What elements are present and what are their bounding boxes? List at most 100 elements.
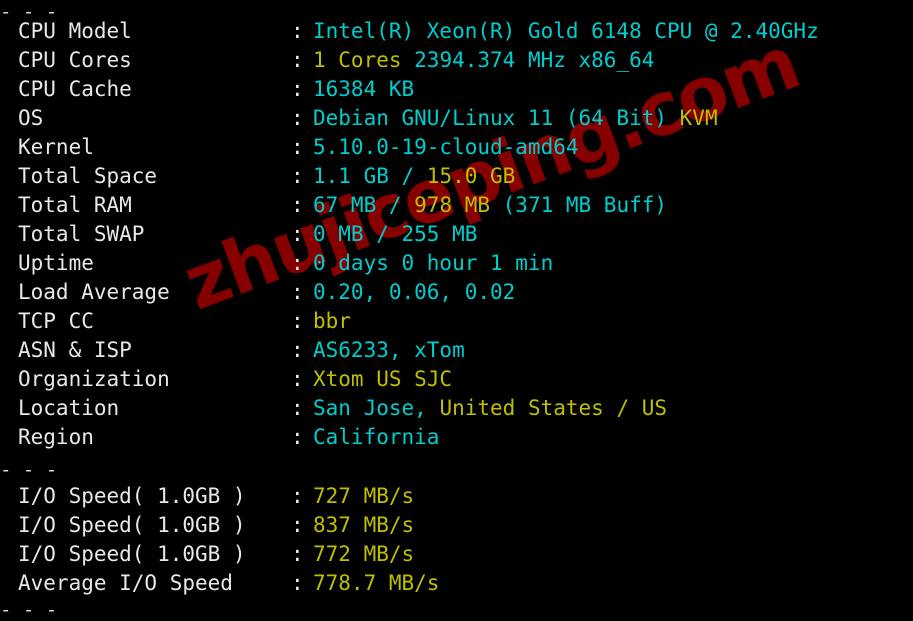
system-info-row: CPU Cache:16384 KB (0, 75, 913, 104)
field-separator: : (291, 193, 304, 217)
system-info-value: 0 days 0 hour 1 min (313, 249, 553, 278)
system-info-label: Kernel (18, 135, 94, 159)
value-segment: 1.1 GB / (313, 164, 427, 188)
system-info-row: Total Space:1.1 GB / 15.0 GB (0, 162, 913, 191)
system-info-label: Total SWAP (18, 222, 145, 246)
value-segment: United States / US (439, 396, 668, 420)
io-speed-label: I/O Speed( 1.0GB ) (18, 484, 246, 508)
value-segment: bbr (313, 309, 351, 333)
field-separator: : (291, 484, 304, 508)
value-segment: 16384 KB (313, 77, 415, 101)
system-info-label: Load Average (18, 280, 170, 304)
value-segment: 0.20, 0.06, 0.02 (313, 280, 516, 304)
terminal-window: zhujiceping.com - - - CPU Model: Intel(R)… (0, 0, 913, 621)
system-info-label: CPU Cache (18, 77, 132, 101)
system-info-row: OS: Debian GNU/Linux 11 (64 Bit) KVM (0, 104, 913, 133)
system-info-value: San Jose, United States / US (313, 394, 667, 423)
value-segment: 978 MB (414, 193, 491, 217)
value-segment: 15.0 GB (426, 164, 516, 188)
field-separator: : (291, 164, 304, 188)
system-info-row: CPU Model: Intel(R) Xeon(R) Gold 6148 CPU… (0, 17, 913, 46)
value-segment: Xtom US SJC (313, 367, 453, 391)
system-info-label: Uptime (18, 251, 94, 275)
value-segment: 0 MB / 255 MB (313, 222, 478, 246)
field-separator: : (291, 338, 304, 362)
value-segment: Intel(R) Xeon(R) Gold 6148 CPU @ 2.40GHz (313, 19, 819, 43)
io-speed-row: Average I/O Speed:778.7 MB/s (0, 569, 913, 598)
field-separator: : (291, 425, 304, 449)
io-speed-label: Average I/O Speed (18, 571, 233, 595)
system-info-row: Load Average:0.20, 0.06, 0.02 (0, 278, 913, 307)
value-segment: Debian GNU/Linux 11 (64 Bit) (313, 106, 680, 130)
system-info-value: 67 MB / 978 MB (371 MB Buff) (313, 191, 667, 220)
io-speed-label: I/O Speed( 1.0GB ) (18, 513, 246, 537)
value-segment: 1 Cores (313, 48, 402, 72)
value-segment: (371 MB Buff) (490, 193, 668, 217)
field-separator: : (291, 396, 304, 420)
field-separator: : (291, 309, 304, 333)
field-separator: : (291, 222, 304, 246)
io-speed-row: I/O Speed( 1.0GB ):837 MB/s (0, 511, 913, 540)
system-info-row: TCP CC: bbr (0, 307, 913, 336)
system-info-label: ASN & ISP (18, 338, 132, 362)
system-info-label: CPU Cores (18, 48, 132, 72)
field-separator: : (291, 542, 304, 566)
value-segment: 0 days 0 hour 1 min (313, 251, 554, 275)
field-separator: : (291, 513, 304, 537)
field-separator: : (291, 19, 304, 43)
io-speed-value: 727 MB/s (313, 482, 414, 511)
system-info-value: 0.20, 0.06, 0.02 (313, 278, 515, 307)
system-info-row: CPU Cores:1 Cores 2394.374 MHz x86_64 (0, 46, 913, 75)
value-segment: California (313, 425, 440, 449)
io-speed-value: 837 MB/s (313, 511, 414, 540)
system-info-label: Organization (18, 367, 170, 391)
system-info-row: Total RAM:67 MB / 978 MB (371 MB Buff) (0, 191, 913, 220)
system-info-row: Location: San Jose, United States / US (0, 394, 913, 423)
system-info-label: Total RAM (18, 193, 132, 217)
value-segment: 5.10.0-19-cloud-amd64 (313, 135, 579, 159)
io-speed-row: I/O Speed( 1.0GB ):772 MB/s (0, 540, 913, 569)
system-info-value: 1 Cores 2394.374 MHz x86_64 (313, 46, 654, 75)
system-info-row: Region: California (0, 423, 913, 452)
field-separator: : (291, 571, 304, 595)
system-info-row: ASN & ISP: AS6233, xTom (0, 336, 913, 365)
field-separator: : (291, 106, 304, 130)
system-info-value: Intel(R) Xeon(R) Gold 6148 CPU @ 2.40GHz (313, 17, 819, 46)
system-info-label: OS (18, 106, 44, 130)
value-segment: 2394.374 MHz x86_64 (401, 48, 655, 72)
system-info-value: 5.10.0-19-cloud-amd64 (313, 133, 579, 162)
field-separator: : (291, 135, 304, 159)
value-segment: 837 MB/s (313, 513, 415, 537)
value-segment: 778.7 MB/s (313, 571, 440, 595)
system-info-label: Location (18, 396, 120, 420)
value-segment: San Jose, (313, 396, 440, 420)
system-info-value: bbr (313, 307, 351, 336)
io-speed-label: I/O Speed( 1.0GB ) (18, 542, 246, 566)
field-separator: : (291, 367, 304, 391)
system-info-value: AS6233, xTom (313, 336, 465, 365)
system-info-row: Uptime:0 days 0 hour 1 min (0, 249, 913, 278)
value-segment: 67 MB / (313, 193, 415, 217)
system-info-label: Region (18, 425, 94, 449)
system-info-value: Debian GNU/Linux 11 (64 Bit) KVM (313, 104, 718, 133)
system-info-row: Organization: Xtom US SJC (0, 365, 913, 394)
divider-bottom: - - - (0, 599, 58, 612)
value-segment: 772 MB/s (313, 542, 415, 566)
field-separator: : (291, 77, 304, 101)
system-info-value: California (313, 423, 439, 452)
system-info-row: Total SWAP:0 MB / 255 MB (0, 220, 913, 249)
divider-middle: - - - (0, 459, 58, 472)
io-speed-row: I/O Speed( 1.0GB ):727 MB/s (0, 482, 913, 511)
field-separator: : (291, 280, 304, 304)
system-info-label: CPU Model (18, 19, 132, 43)
system-info-value: 16384 KB (313, 75, 414, 104)
io-speed-value: 772 MB/s (313, 540, 414, 569)
system-info-value: 1.1 GB / 15.0 GB (313, 162, 515, 191)
field-separator: : (291, 251, 304, 275)
system-info-value: Xtom US SJC (313, 365, 452, 394)
divider-top: - - - (0, 1, 58, 14)
system-info-label: TCP CC (18, 309, 94, 333)
value-segment: AS6233, xTom (313, 338, 465, 362)
value-segment: 727 MB/s (313, 484, 415, 508)
value-segment: KVM (679, 106, 718, 130)
